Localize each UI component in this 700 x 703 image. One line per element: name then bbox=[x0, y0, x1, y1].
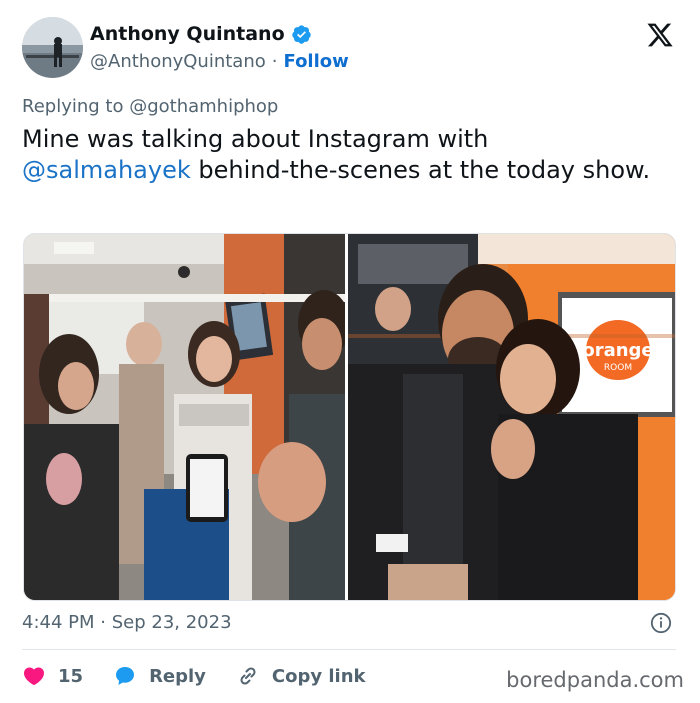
media-grid: orange ROOM bbox=[23, 233, 676, 601]
handle[interactable]: @AnthonyQuintano bbox=[90, 51, 266, 72]
tweet-text-part1: Mine was talking about Instagram with bbox=[22, 125, 489, 153]
date: Sep 23, 2023 bbox=[111, 612, 232, 633]
x-logo-icon[interactable] bbox=[646, 21, 674, 49]
tweet-text: Mine was talking about Instagram with @s… bbox=[22, 124, 662, 186]
mention-link[interactable]: @salmahayek bbox=[22, 156, 191, 184]
display-name[interactable]: Anthony Quintano bbox=[90, 23, 285, 45]
heart-icon bbox=[23, 667, 45, 686]
divider bbox=[22, 649, 676, 650]
verified-badge-icon bbox=[291, 24, 311, 44]
timestamp[interactable]: 4:44 PM · Sep 23, 2023 bbox=[22, 612, 232, 633]
replying-handle[interactable]: @gothamhiphop bbox=[129, 96, 278, 117]
watermark: boredpanda.com bbox=[506, 668, 684, 692]
handle-separator: · bbox=[271, 51, 278, 72]
action-bar: 15 Reply Copy link bbox=[22, 660, 396, 692]
tweet-header: Anthony Quintano @AnthonyQuintano · Foll… bbox=[22, 17, 682, 79]
handle-row: @AnthonyQuintano · Follow bbox=[90, 51, 349, 72]
like-button[interactable]: 15 bbox=[22, 664, 83, 688]
time: 4:44 PM bbox=[22, 612, 95, 633]
time-separator: · bbox=[100, 612, 106, 633]
name-row: Anthony Quintano bbox=[90, 23, 312, 45]
copy-link-button[interactable]: Copy link bbox=[236, 664, 366, 688]
tweet-text-part2: behind-the-scenes at the today show. bbox=[190, 156, 651, 184]
photo-right[interactable]: orange ROOM bbox=[348, 234, 675, 600]
info-icon[interactable] bbox=[650, 612, 672, 634]
reply-button[interactable]: Reply bbox=[113, 664, 206, 688]
orange-sign-text: orange bbox=[582, 340, 653, 361]
avatar[interactable] bbox=[22, 17, 83, 78]
link-icon bbox=[240, 667, 256, 685]
reply-bubble-icon bbox=[116, 667, 135, 685]
replying-to: Replying to @gothamhiphop bbox=[22, 96, 278, 117]
like-count: 15 bbox=[58, 665, 84, 687]
follow-button[interactable]: Follow bbox=[284, 51, 349, 72]
replying-prefix: Replying to bbox=[22, 96, 130, 117]
photo-left[interactable] bbox=[24, 234, 349, 600]
copy-link-label: Copy link bbox=[271, 665, 366, 687]
orange-sign-subtext: ROOM bbox=[604, 363, 632, 373]
reply-label: Reply bbox=[149, 665, 206, 687]
